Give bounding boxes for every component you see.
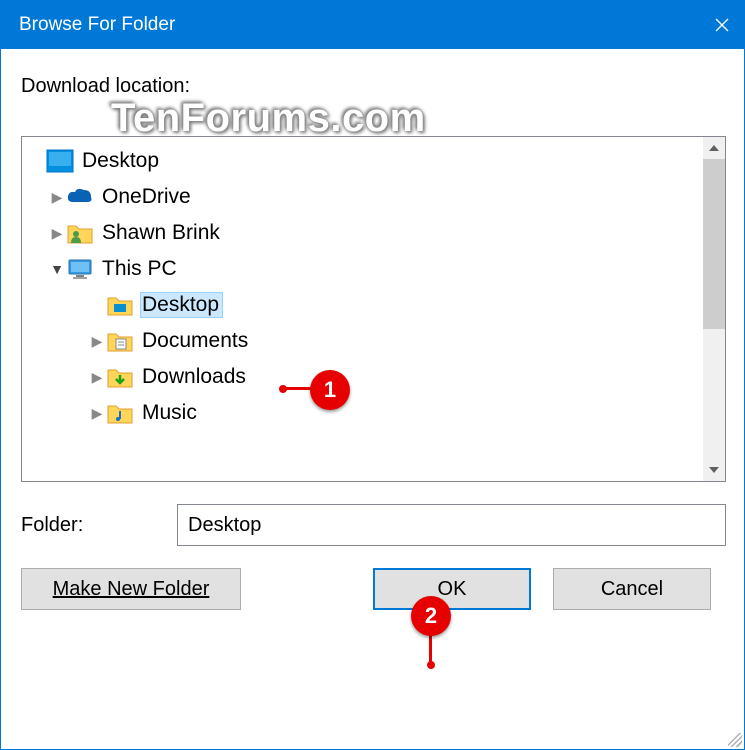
- tree-item-onedrive[interactable]: ▶ OneDrive: [22, 179, 703, 215]
- user-folder-icon: [66, 219, 94, 247]
- make-new-folder-label: Make New Folder: [53, 578, 210, 600]
- chevron-right-icon[interactable]: ▶: [48, 189, 66, 206]
- onedrive-icon: [66, 183, 94, 211]
- dialog-content: Download location: TenForums.com Desktop…: [1, 49, 744, 749]
- scroll-track[interactable]: [703, 159, 725, 459]
- chevron-right-icon[interactable]: ▶: [88, 405, 106, 422]
- chevron-right-icon[interactable]: ▶: [88, 333, 106, 350]
- tree-label: Documents: [140, 328, 252, 354]
- tree-label: This PC: [100, 256, 181, 282]
- cancel-button[interactable]: Cancel: [553, 568, 711, 610]
- callout-dot-2: [427, 661, 435, 669]
- this-pc-icon: [66, 255, 94, 283]
- resize-grip-icon[interactable]: [728, 733, 742, 747]
- tree-item-user[interactable]: ▶ Shawn Brink: [22, 215, 703, 251]
- dialog-title: Browse For Folder: [19, 14, 700, 36]
- callout-1: 1: [310, 370, 350, 410]
- scroll-down-button[interactable]: [703, 459, 725, 481]
- folder-field-label: Folder:: [21, 514, 161, 537]
- tree-item-desktop-root[interactable]: Desktop: [22, 143, 703, 179]
- folder-downloads-icon: [106, 363, 134, 391]
- folder-desktop-icon: [106, 291, 134, 319]
- tree-body: Desktop ▶ OneDrive ▶ Sha: [22, 137, 703, 481]
- chevron-down-icon[interactable]: ▼: [48, 261, 66, 277]
- callout-line-1: [283, 387, 313, 390]
- titlebar[interactable]: Browse For Folder: [1, 1, 744, 49]
- tree-label: OneDrive: [100, 184, 195, 210]
- folder-documents-icon: [106, 327, 134, 355]
- scroll-thumb[interactable]: [703, 159, 725, 329]
- browse-folder-dialog: Browse For Folder Download location: Ten…: [0, 0, 745, 750]
- tree-item-desktop[interactable]: Desktop: [22, 287, 703, 323]
- tree-scrollbar[interactable]: [703, 137, 725, 481]
- tree-label: Desktop: [80, 148, 163, 174]
- callout-2: 2: [411, 596, 451, 636]
- close-button[interactable]: [700, 1, 744, 49]
- chevron-up-icon: [709, 145, 719, 151]
- tree-label: Desktop: [140, 292, 223, 318]
- scroll-up-button[interactable]: [703, 137, 725, 159]
- tree-item-music[interactable]: ▶ Music: [22, 395, 703, 431]
- make-new-folder-button[interactable]: Make New Folder: [21, 568, 241, 610]
- watermark-text: TenForums.com: [111, 96, 426, 141]
- callout-dot-1: [279, 385, 287, 393]
- monitor-desktop-icon: [46, 147, 74, 175]
- folder-tree[interactable]: Desktop ▶ OneDrive ▶ Sha: [21, 136, 726, 482]
- chevron-down-icon: [709, 467, 719, 473]
- close-icon: [715, 18, 729, 32]
- ok-button[interactable]: OK: [373, 568, 531, 610]
- chevron-right-icon[interactable]: ▶: [48, 225, 66, 242]
- chevron-right-icon[interactable]: ▶: [88, 369, 106, 386]
- dialog-buttons: Make New Folder OK Cancel: [21, 568, 726, 610]
- tree-item-this-pc[interactable]: ▼ This PC: [22, 251, 703, 287]
- folder-input[interactable]: [177, 504, 726, 546]
- tree-item-downloads[interactable]: ▶ Downloads: [22, 359, 703, 395]
- folder-music-icon: [106, 399, 134, 427]
- tree-label: Downloads: [140, 364, 250, 390]
- tree-label: Shawn Brink: [100, 220, 224, 246]
- tree-label: Music: [140, 400, 201, 426]
- callout-line-2: [429, 632, 432, 662]
- tree-item-documents[interactable]: ▶ Documents: [22, 323, 703, 359]
- folder-row: Folder:: [21, 504, 726, 546]
- download-location-label: Download location:: [21, 75, 726, 98]
